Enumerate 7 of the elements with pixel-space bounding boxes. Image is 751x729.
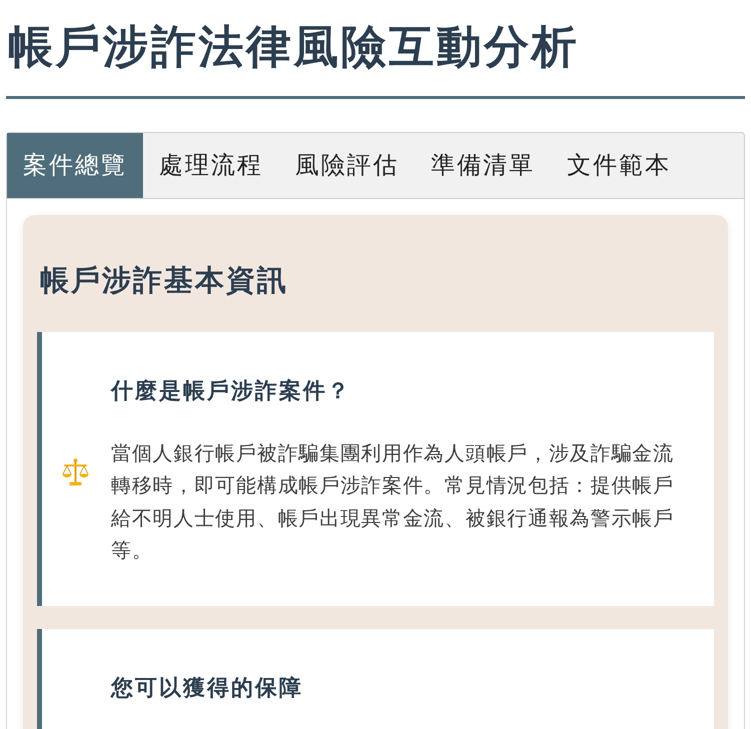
scales-icon xyxy=(62,458,89,486)
section-heading: 帳戶涉詐基本資訊 xyxy=(39,264,289,299)
tab[interactable]: 案件總覽 xyxy=(7,133,143,198)
card-heading: 您可以獲得的保障 xyxy=(111,674,303,702)
card-heading: 什麼是帳戶涉詐案件？ xyxy=(111,377,352,405)
page-title: 帳戶涉詐法律風險互動分析 xyxy=(7,20,580,74)
card-paragraph: 當個人銀行帳戶被詐騙集團利用作為人頭帳戶，涉及詐騙金流轉移時，即可能構成帳戶涉詐案件。常見情況包括：提供帳戶給不明人士使用、帳戶出現異常金流、被銀行通報為警示帳戶等。 xyxy=(111,442,675,564)
